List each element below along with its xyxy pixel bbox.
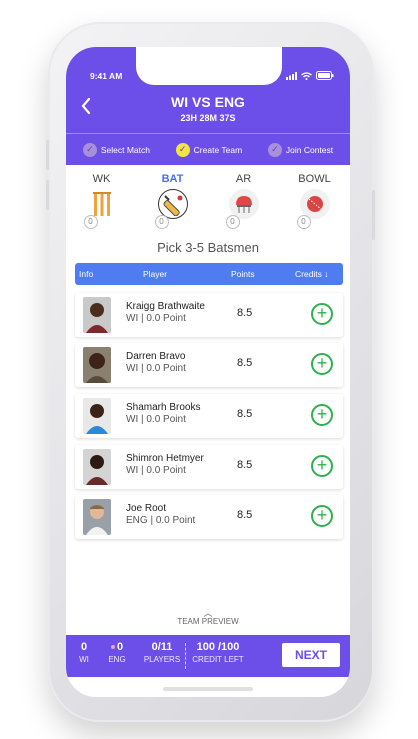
eng-count: 0 ENG [102, 641, 132, 664]
player-avatar [83, 347, 111, 383]
dot-icon [110, 645, 115, 650]
phone-side-button [46, 180, 49, 210]
player-row[interactable]: Kraigg Brathwaite WI | 0.0 Point 8.5 + [75, 293, 343, 337]
player-row[interactable]: Shimron Hetmyer WI | 0.0 Point 8.5 + [75, 445, 343, 489]
eng-count-number: 0 [116, 641, 124, 653]
step-create-team[interactable]: ✓ Create Team [175, 142, 243, 157]
role-count: 0 [296, 215, 311, 229]
app-screen: 9:41 AM WI VS ENG 23H 28M 37S ✓ Select M… [66, 47, 350, 697]
wifi-icon [301, 71, 312, 80]
step-label: Join Contest [285, 144, 334, 155]
player-points: 8.5 [237, 459, 253, 471]
player-points: 8.5 [237, 357, 253, 369]
role-label: BAT [161, 173, 184, 185]
match-title: WI VS ENG [171, 94, 245, 110]
players-count-label: PLAYERS [143, 655, 181, 664]
step-label: Select Match [100, 144, 150, 155]
tab-bat[interactable]: BAT 0 [141, 173, 205, 233]
signal-icon [286, 71, 297, 80]
player-name: Shamarh Brooks [126, 402, 201, 413]
tab-ar[interactable]: AR 0 [212, 173, 276, 233]
credit-left: 100 /100 CREDIT LEFT [188, 641, 248, 664]
role-label: BOWL [298, 173, 331, 185]
player-row[interactable]: Shamarh Brooks WI | 0.0 Point 8.5 + [75, 394, 343, 438]
credit-left-value: 100 /100 [196, 641, 240, 653]
role-count: 0 [154, 215, 169, 229]
home-indicator [163, 687, 253, 691]
column-player: Player [143, 269, 168, 279]
tab-wk[interactable]: WK 0 [70, 173, 134, 233]
add-player-button[interactable]: + [311, 404, 333, 426]
footer-bar: 0 WI 0 ENG 0/11 PLAYERS 100 /100 CREDIT … [66, 635, 350, 677]
player-avatar [83, 398, 111, 434]
add-player-button[interactable]: + [311, 505, 333, 527]
player-points: 8.5 [237, 509, 253, 521]
phone-side-button [372, 190, 375, 240]
player-name: Kraigg Brathwaite [126, 301, 205, 312]
column-credits[interactable]: Credits ↓ [295, 269, 329, 279]
players-count: 0/11 PLAYERS [140, 641, 184, 664]
role-count: 0 [225, 215, 240, 229]
next-button[interactable]: NEXT [282, 643, 340, 667]
step-label: Create Team [193, 144, 243, 155]
role-label: AR [235, 173, 252, 185]
player-name: Joe Root [126, 503, 167, 514]
player-team: WI | 0.0 Point [126, 363, 186, 374]
role-count: 0 [83, 215, 98, 229]
add-player-button[interactable]: + [311, 353, 333, 375]
chevron-up-icon: ︿ [203, 608, 213, 618]
status-time: 9:41 AM [90, 71, 123, 81]
add-player-button[interactable]: + [311, 303, 333, 325]
column-info: Info [79, 269, 94, 279]
role-tabs: WK 0 BAT 0 AR 0 BOWL 0 [66, 173, 350, 233]
progress-steps: ✓ Select Match ✓ Create Team ✓ Join Cont… [66, 133, 350, 165]
player-name: Shimron Hetmyer [126, 453, 204, 464]
team-preview-label: TEAM PREVIEW [177, 617, 239, 626]
player-name: Darren Bravo [126, 351, 186, 362]
pick-instruction: Pick 3-5 Batsmen [157, 240, 259, 255]
step-join-contest[interactable]: ✓ Join Contest [267, 142, 334, 157]
player-row[interactable]: Joe Root ENG | 0.0 Point 8.5 + [75, 495, 343, 539]
player-team: ENG | 0.0 Point [126, 515, 196, 526]
player-team: WI | 0.0 Point [126, 465, 186, 476]
team-preview-toggle[interactable]: ︿ TEAM PREVIEW [66, 608, 350, 627]
column-points[interactable]: Points [231, 269, 255, 279]
player-team: WI | 0.0 Point [126, 414, 186, 425]
status-icons [286, 71, 334, 80]
table-header: Info Player Points Credits ↓ [75, 263, 343, 285]
check-icon: ✓ [267, 142, 282, 157]
step-select-match[interactable]: ✓ Select Match [82, 142, 150, 157]
wi-count: 0 WI [74, 641, 94, 664]
player-avatar [83, 449, 111, 485]
wi-count-value: 0 [80, 641, 88, 653]
phone-notch [136, 47, 282, 85]
check-icon: ✓ [175, 142, 190, 157]
match-timer: 23H 28M 37S [180, 113, 236, 123]
wi-count-label: WI [79, 655, 89, 664]
player-avatar [83, 499, 111, 535]
player-team: WI | 0.0 Point [126, 313, 186, 324]
eng-count-label: ENG [108, 655, 126, 664]
tab-bowl[interactable]: BOWL 0 [283, 173, 347, 233]
player-points: 8.5 [237, 408, 253, 420]
phone-side-button [46, 140, 49, 170]
add-player-button[interactable]: + [311, 455, 333, 477]
eng-count-value: 0 [102, 641, 132, 653]
player-points: 8.5 [237, 307, 253, 319]
divider [185, 643, 186, 669]
players-count-value: 0/11 [151, 641, 173, 653]
battery-icon [316, 71, 334, 80]
credit-left-label: CREDIT LEFT [192, 655, 244, 664]
header: 9:41 AM WI VS ENG 23H 28M 37S ✓ Select M… [66, 47, 350, 165]
role-label: WK [92, 173, 111, 185]
player-avatar [83, 297, 111, 333]
check-icon: ✓ [82, 142, 97, 157]
player-row[interactable]: Darren Bravo WI | 0.0 Point 8.5 + [75, 343, 343, 387]
